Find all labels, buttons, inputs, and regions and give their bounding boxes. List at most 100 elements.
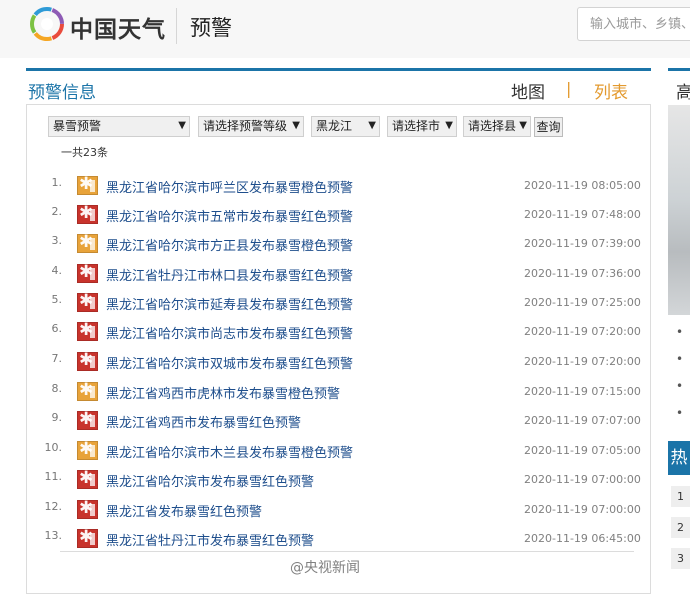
row-number: 2. xyxy=(51,205,63,218)
logo-icon[interactable] xyxy=(30,7,64,41)
warning-title-link[interactable]: 黑龙江省哈尔滨市双城市发布暴雪红色预警 xyxy=(106,353,353,372)
warning-row: 6. ✱ 黑龙江省哈尔滨市尚志市发布暴雪红色预警 2020-11-19 07:2… xyxy=(44,321,641,351)
warning-title-link[interactable]: 黑龙江省哈尔滨市发布暴雪红色预警 xyxy=(106,471,314,490)
section-top-border xyxy=(26,68,651,71)
sidebar-bullet[interactable]: • xyxy=(676,325,683,339)
snowstorm-red-icon: ✱ xyxy=(77,528,98,548)
row-number: 6. xyxy=(51,322,63,335)
row-number: 10. xyxy=(44,441,63,454)
warning-time: 2020-11-19 07:20:00 xyxy=(524,325,641,338)
warning-title-link[interactable]: 黑龙江省哈尔滨市五常市发布暴雪红色预警 xyxy=(106,206,353,225)
warning-title-link[interactable]: 黑龙江省哈尔滨市尚志市发布暴雪红色预警 xyxy=(106,323,353,342)
warning-time: 2020-11-19 07:00:00 xyxy=(524,503,641,516)
dropdown-arrow-icon: ▼ xyxy=(368,120,376,131)
sidebar-bullet[interactable]: • xyxy=(676,352,683,366)
snowstorm-orange-icon: ✱ xyxy=(77,381,98,401)
row-number: 13. xyxy=(44,529,63,542)
snowstorm-orange-icon: ✱ xyxy=(77,233,98,253)
province-select[interactable]: 黑龙江 ▼ xyxy=(311,116,380,137)
page-title: 预警 xyxy=(190,16,232,40)
query-button[interactable]: 查询 xyxy=(534,117,563,137)
warning-row: 5. ✱ 黑龙江省哈尔滨市延寿县发布暴雪红色预警 2020-11-19 07:2… xyxy=(44,292,641,322)
row-number: 8. xyxy=(51,382,63,395)
warning-row: 9. ✱ 黑龙江省鸡西市发布暴雪红色预警 2020-11-19 07:07:00 xyxy=(44,410,641,440)
hot-rank-2[interactable]: 2 xyxy=(671,517,690,538)
warning-time: 2020-11-19 07:15:00 xyxy=(524,385,641,398)
warning-title-link[interactable]: 黑龙江省牡丹江市林口县发布暴雪红色预警 xyxy=(106,265,353,284)
warning-time: 2020-11-19 07:36:00 xyxy=(524,267,641,280)
logo-text[interactable]: 中国天气 xyxy=(70,10,166,44)
warning-row: 10. ✱ 黑龙江省哈尔滨市木兰县发布暴雪橙色预警 2020-11-19 07:… xyxy=(44,440,641,470)
hot-rank-1[interactable]: 1 xyxy=(671,486,690,507)
snowstorm-red-icon: ✱ xyxy=(77,499,98,519)
row-number: 4. xyxy=(51,264,63,277)
row-number: 5. xyxy=(51,293,63,306)
warning-time: 2020-11-19 07:05:00 xyxy=(524,444,641,457)
site-header: 中国天气 预警 xyxy=(0,0,690,58)
row-number: 7. xyxy=(51,352,63,365)
warning-row: 7. ✱ 黑龙江省哈尔滨市双城市发布暴雪红色预警 2020-11-19 07:2… xyxy=(44,351,641,381)
warning-row: 2. ✱ 黑龙江省哈尔滨市五常市发布暴雪红色预警 2020-11-19 07:4… xyxy=(44,204,641,234)
map-view-link[interactable]: 地图 xyxy=(511,78,545,103)
warning-title-link[interactable]: 黑龙江省哈尔滨市呼兰区发布暴雪橙色预警 xyxy=(106,177,353,196)
warning-time: 2020-11-19 07:07:00 xyxy=(524,414,641,427)
dropdown-arrow-icon: ▼ xyxy=(178,120,186,131)
sidebar-heading: 高 xyxy=(676,83,690,103)
search-input[interactable] xyxy=(588,8,690,40)
sidebar-bullet[interactable]: • xyxy=(676,379,683,393)
warning-time: 2020-11-19 08:05:00 xyxy=(524,179,641,192)
dropdown-arrow-icon: ▼ xyxy=(292,120,300,131)
row-number: 9. xyxy=(51,411,63,424)
snowstorm-red-icon: ✱ xyxy=(77,351,98,371)
sidebar-bullet[interactable]: • xyxy=(676,406,683,420)
dropdown-arrow-icon: ▼ xyxy=(519,120,527,131)
warning-title-link[interactable]: 黑龙江省发布暴雪红色预警 xyxy=(106,501,262,520)
county-select[interactable]: 请选择县 ▼ xyxy=(463,116,531,137)
result-count: 一共23条 xyxy=(61,146,108,159)
snowstorm-orange-icon: ✱ xyxy=(77,175,98,195)
warning-time: 2020-11-19 07:00:00 xyxy=(524,473,641,486)
section-title: 预警信息 xyxy=(28,83,96,103)
warning-time: 2020-11-19 06:45:00 xyxy=(524,532,641,545)
city-select[interactable]: 请选择市 ▼ xyxy=(387,116,457,137)
warning-title-link[interactable]: 黑龙江省哈尔滨市木兰县发布暴雪橙色预警 xyxy=(106,442,353,461)
header-divider xyxy=(176,8,177,44)
hot-section-header: 热 xyxy=(668,441,690,475)
county-value: 请选择县 xyxy=(468,119,517,133)
warning-type-select[interactable]: 暴雪预警 ▼ xyxy=(48,116,190,137)
warning-time: 2020-11-19 07:20:00 xyxy=(524,355,641,368)
sidebar-top-border xyxy=(668,68,690,71)
row-number: 12. xyxy=(44,500,63,513)
warning-title-link[interactable]: 黑龙江省鸡西市虎林市发布暴雪橙色预警 xyxy=(106,383,340,402)
warning-row: 12. ✱ 黑龙江省发布暴雪红色预警 2020-11-19 07:00:00 xyxy=(44,499,641,529)
snowstorm-red-icon: ✱ xyxy=(77,292,98,312)
warning-row: 1. ✱ 黑龙江省哈尔滨市呼兰区发布暴雪橙色预警 2020-11-19 08:0… xyxy=(44,175,641,205)
view-separator: | xyxy=(566,79,572,98)
dropdown-arrow-icon: ▼ xyxy=(445,120,453,131)
warning-type-value: 暴雪预警 xyxy=(53,119,102,133)
sidebar-news-image[interactable] xyxy=(668,105,690,315)
warning-title-link[interactable]: 黑龙江省哈尔滨市延寿县发布暴雪红色预警 xyxy=(106,294,353,313)
warning-row: 13. ✱ 黑龙江省牡丹江市发布暴雪红色预警 2020-11-19 06:45:… xyxy=(44,528,641,558)
warning-row: 11. ✱ 黑龙江省哈尔滨市发布暴雪红色预警 2020-11-19 07:00:… xyxy=(44,469,641,499)
warning-title-link[interactable]: 黑龙江省鸡西市发布暴雪红色预警 xyxy=(106,412,301,431)
row-number: 1. xyxy=(51,176,63,189)
city-value: 请选择市 xyxy=(392,119,441,133)
warning-time: 2020-11-19 07:39:00 xyxy=(524,237,641,250)
watermark: @央视新闻 xyxy=(290,560,360,576)
warning-title-link[interactable]: 黑龙江省牡丹江市发布暴雪红色预警 xyxy=(106,530,314,549)
snowstorm-red-icon: ✱ xyxy=(77,469,98,489)
snowstorm-orange-icon: ✱ xyxy=(77,440,98,460)
warning-time: 2020-11-19 07:25:00 xyxy=(524,296,641,309)
row-number: 3. xyxy=(51,234,63,247)
warning-level-select[interactable]: 请选择预警等级 ▼ xyxy=(198,116,304,137)
list-view-link[interactable]: 列表 xyxy=(594,78,628,103)
province-value: 黑龙江 xyxy=(316,119,353,133)
snowstorm-red-icon: ✱ xyxy=(77,204,98,224)
snowstorm-red-icon: ✱ xyxy=(77,410,98,430)
snowstorm-red-icon: ✱ xyxy=(77,321,98,341)
warning-title-link[interactable]: 黑龙江省哈尔滨市方正县发布暴雪橙色预警 xyxy=(106,235,353,254)
hot-rank-3[interactable]: 3 xyxy=(671,548,690,569)
search-box[interactable] xyxy=(577,7,690,41)
warning-row: 3. ✱ 黑龙江省哈尔滨市方正县发布暴雪橙色预警 2020-11-19 07:3… xyxy=(44,233,641,263)
